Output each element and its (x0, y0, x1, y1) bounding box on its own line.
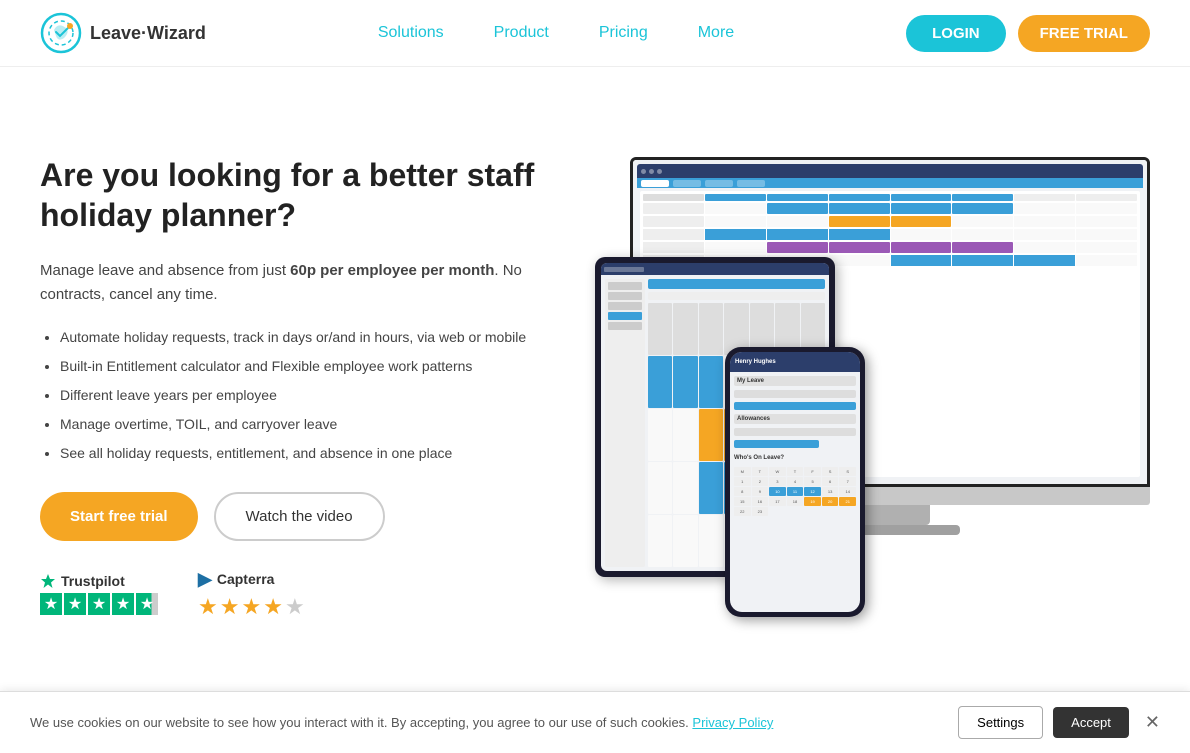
star-1 (40, 593, 62, 615)
capterra-star-1: ★ (198, 594, 218, 620)
privacy-policy-link[interactable]: Privacy Policy (692, 715, 773, 730)
hero-content: Are you looking for a better staff holid… (40, 155, 595, 620)
capterra-label: ▶ Capterra (198, 569, 305, 590)
feature-item: See all holiday requests, entitlement, a… (60, 443, 575, 464)
trust-badges: Trustpilot ▶ Capterra ★ ★ (40, 569, 575, 620)
cal-row (643, 216, 1137, 227)
star-2 (64, 593, 86, 615)
phone-device: Henry Hughes My Leave Allowances Who's O… (725, 347, 865, 617)
trustpilot-label: Trustpilot (40, 573, 158, 589)
subnav-tab (737, 180, 765, 187)
device-mockup: Henry Hughes My Leave Allowances Who's O… (595, 157, 1150, 617)
navbar: Leave·Wizard Solutions Product Pricing M… (0, 0, 1190, 67)
capterra-icon: ▶ (198, 569, 212, 590)
cookie-actions: Settings Accept ✕ (958, 706, 1160, 739)
cookie-close-button[interactable]: ✕ (1145, 712, 1160, 733)
hero-buttons: Start free trial Watch the video (40, 492, 575, 541)
watch-video-button[interactable]: Watch the video (214, 492, 385, 541)
cal-day-header (705, 194, 766, 201)
capterra-star-half: ★ (285, 594, 305, 620)
subnav-tab (641, 180, 669, 187)
feature-item: Manage overtime, TOIL, and carryover lea… (60, 414, 575, 435)
hero-subtitle: Manage leave and absence from just 60p p… (40, 259, 575, 307)
cal-day-header (829, 194, 890, 201)
start-free-trial-button[interactable]: Start free trial (40, 492, 198, 541)
capterra-star-3: ★ (241, 594, 261, 620)
logo-icon (40, 12, 82, 54)
hero-title: Are you looking for a better staff holid… (40, 155, 575, 235)
nav-actions: LOGIN FREE TRIAL (906, 15, 1150, 52)
logo[interactable]: Leave·Wizard (40, 12, 206, 54)
trustpilot-icon (40, 573, 56, 589)
capterra-star-2: ★ (220, 594, 240, 620)
phone-screen: Henry Hughes My Leave Allowances Who's O… (730, 352, 860, 612)
cal-row (643, 203, 1137, 214)
nav-pricing[interactable]: Pricing (599, 24, 648, 42)
star-4 (112, 593, 134, 615)
cal-row (643, 229, 1137, 240)
subnav-tab (705, 180, 733, 187)
star-3 (88, 593, 110, 615)
tablet-header (648, 279, 825, 289)
phone-topbar: Henry Hughes (730, 352, 860, 372)
cal-day-header (1014, 194, 1075, 201)
nav-more[interactable]: More (698, 24, 734, 42)
free-trial-button[interactable]: FREE TRIAL (1018, 15, 1150, 52)
topbar-dot (649, 169, 654, 174)
hero-devices: Henry Hughes My Leave Allowances Who's O… (595, 157, 1150, 617)
cookie-settings-button[interactable]: Settings (958, 706, 1043, 739)
tablet-topbar (601, 263, 829, 275)
phone-section-my-leave: My Leave (734, 376, 856, 386)
app-subnav (637, 178, 1143, 188)
phone-section-allowances: Allowances (734, 414, 856, 424)
cal-day-header (767, 194, 828, 201)
topbar-dot (641, 169, 646, 174)
hero-section: Are you looking for a better staff holid… (0, 67, 1190, 687)
subnav-tab (673, 180, 701, 187)
tablet-sidebar (605, 279, 645, 567)
capterra-badge: ▶ Capterra ★ ★ ★ ★ ★ (198, 569, 305, 620)
capterra-star-4: ★ (263, 594, 283, 620)
cookie-accept-button[interactable]: Accept (1053, 707, 1129, 738)
cal-day-header (952, 194, 1013, 201)
phone-content: My Leave Allowances Who's On Leave? M T … (730, 372, 860, 520)
login-button[interactable]: LOGIN (906, 15, 1006, 52)
phone-whos-on-leave: Who's On Leave? (734, 455, 856, 461)
feature-item: Automate holiday requests, track in days… (60, 327, 575, 348)
nav-solutions[interactable]: Solutions (378, 24, 444, 42)
brand-name: Leave·Wizard (90, 23, 206, 44)
cal-row (643, 242, 1137, 253)
hero-features-list: Automate holiday requests, track in days… (40, 327, 575, 464)
tablet-subheader (648, 292, 825, 300)
phone-mini-calendar: M T W T F S S 1 2 3 4 5 6 (734, 467, 856, 516)
star-5-half (136, 593, 158, 615)
feature-item: Different leave years per employee (60, 385, 575, 406)
cal-day-header (891, 194, 952, 201)
cal-label (643, 194, 704, 201)
cookie-banner: We use cookies on our website to see how… (0, 691, 1190, 753)
cookie-message: We use cookies on our website to see how… (30, 715, 938, 730)
trustpilot-stars (40, 593, 158, 615)
cal-day-header (1076, 194, 1137, 201)
app-topbar (637, 164, 1143, 178)
topbar-dot (657, 169, 662, 174)
nav-links: Solutions Product Pricing More (378, 24, 734, 42)
phone-user-name: Henry Hughes (735, 359, 776, 365)
trustpilot-badge: Trustpilot (40, 573, 158, 615)
cal-header-row (643, 194, 1137, 201)
nav-product[interactable]: Product (494, 24, 549, 42)
capterra-stars: ★ ★ ★ ★ ★ (198, 594, 305, 620)
feature-item: Built-in Entitlement calculator and Flex… (60, 356, 575, 377)
